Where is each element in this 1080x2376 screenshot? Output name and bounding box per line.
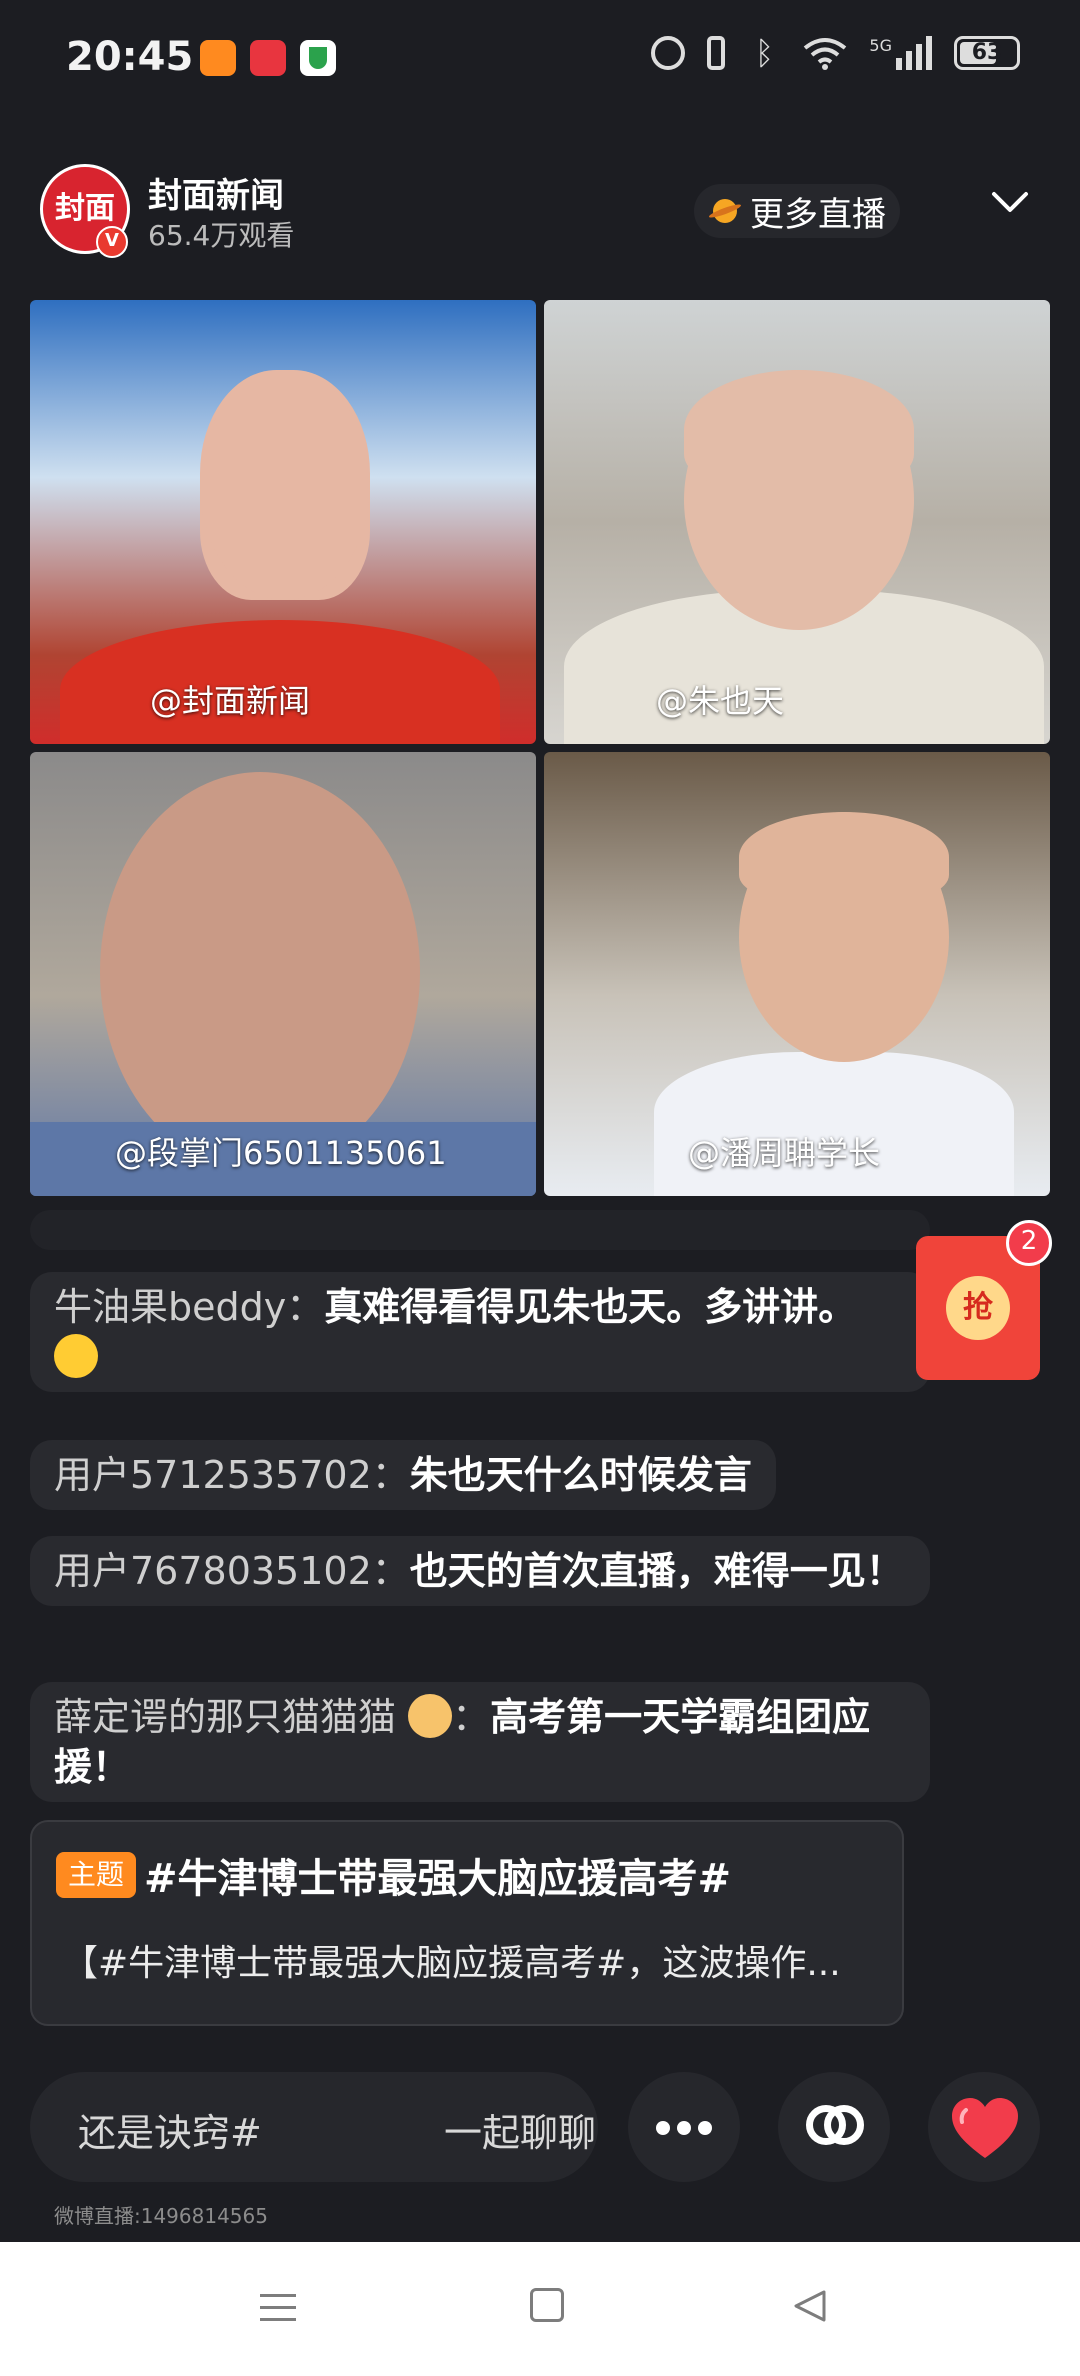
status-icons: ᛒ 5G 63 <box>651 36 1020 70</box>
input-suggestion: 一起聊聊 <box>444 2111 597 2155</box>
chevron-down-icon[interactable] <box>990 182 1030 222</box>
comment-text: 朱也天什么时候发言 <box>409 1453 752 1497</box>
bottom-action-bar: 还是诀窍# 一起聊聊 <box>30 2072 1050 2182</box>
battery-icon: 63 <box>954 36 1020 70</box>
cellular-signal-icon: 5G <box>869 36 932 70</box>
comment-text: 真难得看得见朱也天。多讲讲。 <box>324 1285 857 1329</box>
comment-item[interactable]: 用户5712535702：朱也天什么时候发言 <box>30 1440 776 1510</box>
comment-user[interactable]: 用户7678035102： <box>54 1549 410 1593</box>
comment-user[interactable]: 牛油果beddy： <box>54 1285 324 1329</box>
topic-tag: 主题 <box>56 1852 137 1898</box>
comment-separator: ： <box>452 1695 491 1739</box>
video-tile[interactable]: @潘周聃学长 <box>544 752 1050 1196</box>
comment-item[interactable]: 用户7678035102：也天的首次直播，难得一见！ <box>30 1536 930 1606</box>
back-icon[interactable] <box>790 2286 830 2326</box>
video-tile[interactable]: @段掌门6501135061 <box>30 752 536 1196</box>
topic-title[interactable]: #牛津博士带最强大脑应援高考# <box>144 1846 731 1904</box>
more-options-button[interactable] <box>628 2072 740 2182</box>
comment-feed: 牛油果beddy：真难得看得见朱也天。多讲讲。 用户5712535702：朱也天… <box>30 1210 930 1810</box>
home-icon[interactable] <box>530 2288 564 2322</box>
input-suggestion: 还是诀窍# <box>78 2111 262 2155</box>
comment-user[interactable]: 薛定谔的那只猫猫猫 <box>54 1695 396 1739</box>
participant-video <box>200 370 370 600</box>
crown-badge-icon <box>408 1694 453 1738</box>
recent-apps-icon[interactable] <box>260 2290 296 2324</box>
viewer-count: 65.4万观看 <box>148 219 295 252</box>
comment-input[interactable]: 还是诀窍# 一起聊聊 <box>30 2072 598 2182</box>
more-live-label: 更多直播 <box>750 194 886 235</box>
comment-item[interactable]: 薛定谔的那只猫猫猫 ：高考第一天学霸组团应援！ <box>30 1682 930 1802</box>
share-link-button[interactable] <box>778 2072 890 2182</box>
topic-card[interactable]: 主题 #牛津博士带最强大脑应援高考# 【#牛津博士带最强大脑应援高考#，这波操作… <box>30 1820 904 2026</box>
status-bar: 20:45 ᛒ 5G 63 <box>0 0 1080 118</box>
video-tile[interactable]: @朱也天 <box>544 300 1050 744</box>
more-live-button[interactable]: 更多直播 <box>694 184 900 238</box>
notification-app-icon <box>200 40 236 76</box>
participant-video <box>100 772 420 1172</box>
live-room-id: 微博直播:1496814565 <box>54 2204 268 2228</box>
network-type: 5G <box>869 36 892 55</box>
video-grid: @封面新闻 @朱也天 @段掌门6501135061 @潘周聃学长 <box>30 300 1050 1196</box>
status-time: 20:45 <box>66 34 194 80</box>
channel-name[interactable]: 封面新闻 <box>148 168 284 217</box>
wifi-icon <box>804 38 847 70</box>
battery-level: 63 <box>971 40 1003 65</box>
vibrate-icon <box>707 36 726 70</box>
topic-description: 【#牛津博士带最强大脑应援高考#，这波操作... <box>62 1943 841 1984</box>
bluetooth-icon: ᛒ <box>754 34 775 72</box>
verified-badge: V <box>96 226 128 258</box>
like-button[interactable] <box>928 2072 1040 2182</box>
heart-icon <box>952 2098 1018 2158</box>
notification-app-icon <box>250 40 286 76</box>
live-header: 封面 V 封面新闻 65.4万观看 更多直播 <box>30 156 1050 266</box>
comment-item[interactable]: 牛油果beddy：真难得看得见朱也天。多讲讲。 <box>30 1272 930 1392</box>
alarm-icon <box>651 36 686 70</box>
red-packet-label: 抢 <box>946 1276 1010 1340</box>
security-shield-icon <box>300 40 336 76</box>
participant-name: @段掌门6501135061 <box>115 1134 447 1172</box>
comment-text: 也天的首次直播，难得一见！ <box>409 1549 904 1593</box>
participant-name: @潘周聃学长 <box>688 1134 881 1172</box>
red-packet-button[interactable]: 抢 2 <box>916 1220 1052 1380</box>
system-nav-bar <box>0 2242 1080 2376</box>
video-tile[interactable]: @封面新闻 <box>30 300 536 744</box>
participant-name: @封面新闻 <box>150 682 311 720</box>
red-packet-count-badge: 2 <box>1006 1220 1052 1266</box>
avatar-text: 封面 <box>55 191 115 226</box>
participant-name: @朱也天 <box>656 682 785 720</box>
comment-user[interactable]: 用户5712535702： <box>54 1453 410 1497</box>
grin-emoji-icon <box>54 1334 98 1378</box>
comment-item-faded <box>30 1210 930 1250</box>
planet-icon <box>708 196 742 226</box>
